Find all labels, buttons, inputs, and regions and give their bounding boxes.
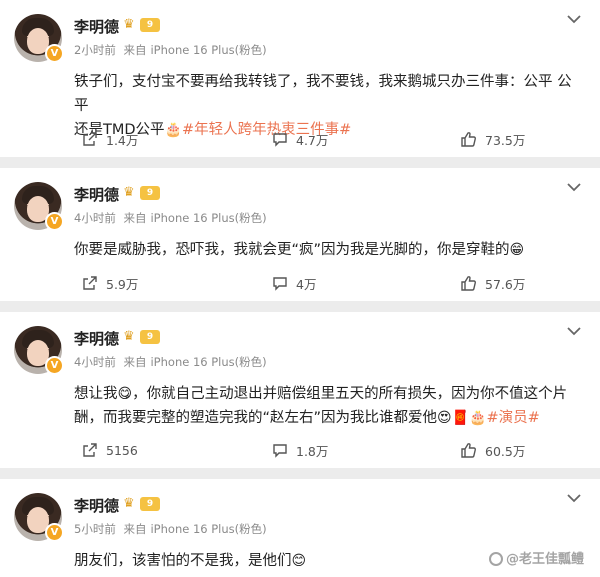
crown-icon: ♛ [123, 17, 135, 32]
post-time: 2小时前 [74, 43, 116, 57]
chevron-down-icon[interactable] [566, 12, 582, 26]
post-card: V 李明德 ♛ 9 4小时前 来自 iPhone 16 Plus(粉色) 你要是威… [0, 168, 600, 301]
hashtag-link[interactable]: #演员# [487, 410, 540, 426]
post-meta: 5小时前 来自 iPhone 16 Plus(粉色) [74, 521, 271, 537]
post-text-segment: 酬，而我要完整的塑造完我的“赵左右”因为我比谁都爱他 [74, 410, 438, 426]
user-name[interactable]: 李明德 [74, 328, 119, 349]
crown-icon: ♛ [123, 329, 135, 344]
smile-emoji-icon: 😊 [291, 553, 307, 569]
like-count: 57.6万 [485, 276, 526, 292]
comment-icon [273, 444, 287, 458]
watermark: @老王佳瓢鳢 [488, 548, 584, 567]
level-badge: 9 [140, 186, 160, 200]
level-badge: 9 [140, 18, 160, 32]
like-count: 60.5万 [485, 443, 526, 459]
share-icon [83, 132, 97, 146]
comment-count: 4.7万 [296, 132, 329, 148]
post-meta: 2小时前 来自 iPhone 16 Plus(粉色) [74, 42, 271, 58]
post-meta: 4小时前 来自 iPhone 16 Plus(粉色) [74, 210, 271, 226]
like-count: 73.5万 [485, 132, 526, 148]
post-text-segment: 你要是威胁我，恐吓我，我就会更“疯”因为我是光脚的，你是穿鞋的 [74, 242, 510, 258]
comment-count: 1.8万 [296, 443, 329, 459]
verified-badge-icon: V [45, 356, 64, 375]
post-text-segment: 朋友们，该害怕的不是我，是他们 [74, 553, 292, 569]
post-text-line: 铁子们，支付宝不要再给我转钱了，我不要钱，我来鹅城只办三件事：公平 公平 [74, 74, 572, 114]
chevron-down-icon[interactable] [566, 491, 582, 505]
post-text-segment: 想让我 [74, 386, 118, 402]
crown-icon: ♛ [123, 496, 135, 511]
post-time: 5小时前 [74, 522, 116, 536]
thumbs-up-icon [461, 132, 476, 147]
thumbs-up-icon [461, 443, 476, 458]
verified-badge-icon: V [45, 44, 64, 63]
comment-icon [273, 133, 287, 147]
repost-count: 1.4万 [106, 132, 139, 148]
post-card: V 李明德 ♛ 9 2小时前 来自 iPhone 16 Plus(粉色) 铁子们，… [0, 0, 600, 157]
verified-badge-icon: V [45, 523, 64, 542]
like-button[interactable]: 60.5万 [460, 437, 525, 463]
source-prefix: 来自 [123, 211, 147, 225]
comment-count: 4万 [296, 276, 317, 292]
like-button[interactable]: 57.6万 [460, 270, 525, 296]
chevron-down-icon[interactable] [566, 180, 582, 194]
level-badge: 9 [140, 330, 160, 344]
post-time: 4小时前 [74, 211, 116, 225]
emoji-group-icon: 😍🧧🎂 [437, 410, 487, 426]
post-card: V 李明德 ♛ 9 4小时前 来自 iPhone 16 Plus(粉色) 想让我😋… [0, 312, 600, 468]
user-name[interactable]: 李明德 [74, 16, 119, 37]
comment-button[interactable]: 4万 [272, 270, 316, 296]
thumbs-up-icon [461, 276, 476, 291]
post-text-line: 你要是威胁我，恐吓我，我就会更“疯”因为我是光脚的，你是穿鞋的😁 [74, 238, 578, 262]
device-source: iPhone 16 Plus(粉色) [150, 522, 267, 536]
crown-icon: ♛ [123, 185, 135, 200]
source-prefix: 来自 [123, 43, 147, 57]
avatar[interactable]: V [14, 182, 64, 231]
comment-button[interactable]: 1.8万 [272, 437, 328, 463]
share-icon [83, 276, 97, 290]
repost-button[interactable]: 5156 [82, 437, 138, 463]
action-bar: 1.4万 4.7万 73.5万 [0, 126, 600, 152]
avatar[interactable]: V [14, 14, 64, 63]
post-text: 想让我😋，你就自己主动退出并赔偿组里五天的所有损失，因为你不值这个片 酬，而我要… [74, 382, 578, 430]
grin-emoji-icon: 😁 [509, 242, 525, 258]
user-name[interactable]: 李明德 [74, 184, 119, 205]
post-text: 你要是威胁我，恐吓我，我就会更“疯”因为我是光脚的，你是穿鞋的😁 [74, 238, 578, 262]
source-prefix: 来自 [123, 355, 147, 369]
repost-button[interactable]: 5.9万 [82, 270, 138, 296]
avatar[interactable]: V [14, 493, 64, 542]
source-prefix: 来自 [123, 522, 147, 536]
verified-badge-icon: V [45, 212, 64, 231]
action-bar: 5.9万 4万 57.6万 [0, 270, 600, 296]
comment-button[interactable]: 4.7万 [272, 126, 328, 152]
repost-count: 5156 [106, 442, 138, 458]
post-text-line: 酬，而我要完整的塑造完我的“赵左右”因为我比谁都爱他😍🧧🎂#演员# [74, 406, 578, 430]
post-meta: 4小时前 来自 iPhone 16 Plus(粉色) [74, 354, 271, 370]
comment-icon [273, 277, 287, 291]
level-badge: 9 [140, 497, 160, 511]
watermark-text: @老王佳瓢鳢 [505, 552, 584, 567]
user-name[interactable]: 李明德 [74, 495, 119, 516]
post-time: 4小时前 [74, 355, 116, 369]
repost-button[interactable]: 1.4万 [82, 126, 138, 152]
like-button[interactable]: 73.5万 [460, 126, 525, 152]
device-source: iPhone 16 Plus(粉色) [150, 211, 267, 225]
watermark-icon [488, 552, 503, 566]
action-bar: 5156 1.8万 60.5万 [0, 437, 600, 463]
chevron-down-icon[interactable] [566, 324, 582, 338]
post-text-line: 想让我😋，你就自己主动退出并赔偿组里五天的所有损失，因为你不值这个片 [74, 382, 578, 406]
yum-emoji-icon: 😋 [117, 386, 133, 402]
weibo-feed: V 李明德 ♛ 9 2小时前 来自 iPhone 16 Plus(粉色) 铁子们，… [0, 0, 600, 577]
device-source: iPhone 16 Plus(粉色) [150, 355, 267, 369]
repost-count: 5.9万 [106, 276, 139, 292]
avatar[interactable]: V [14, 326, 64, 375]
post-text-segment: ，你就自己主动退出并赔偿组里五天的所有损失，因为你不值这个片 [132, 386, 568, 402]
post-card: V 李明德 ♛ 9 5小时前 来自 iPhone 16 Plus(粉色) 朋友们，… [0, 479, 600, 577]
share-icon [83, 443, 97, 457]
device-source: iPhone 16 Plus(粉色) [150, 43, 267, 57]
